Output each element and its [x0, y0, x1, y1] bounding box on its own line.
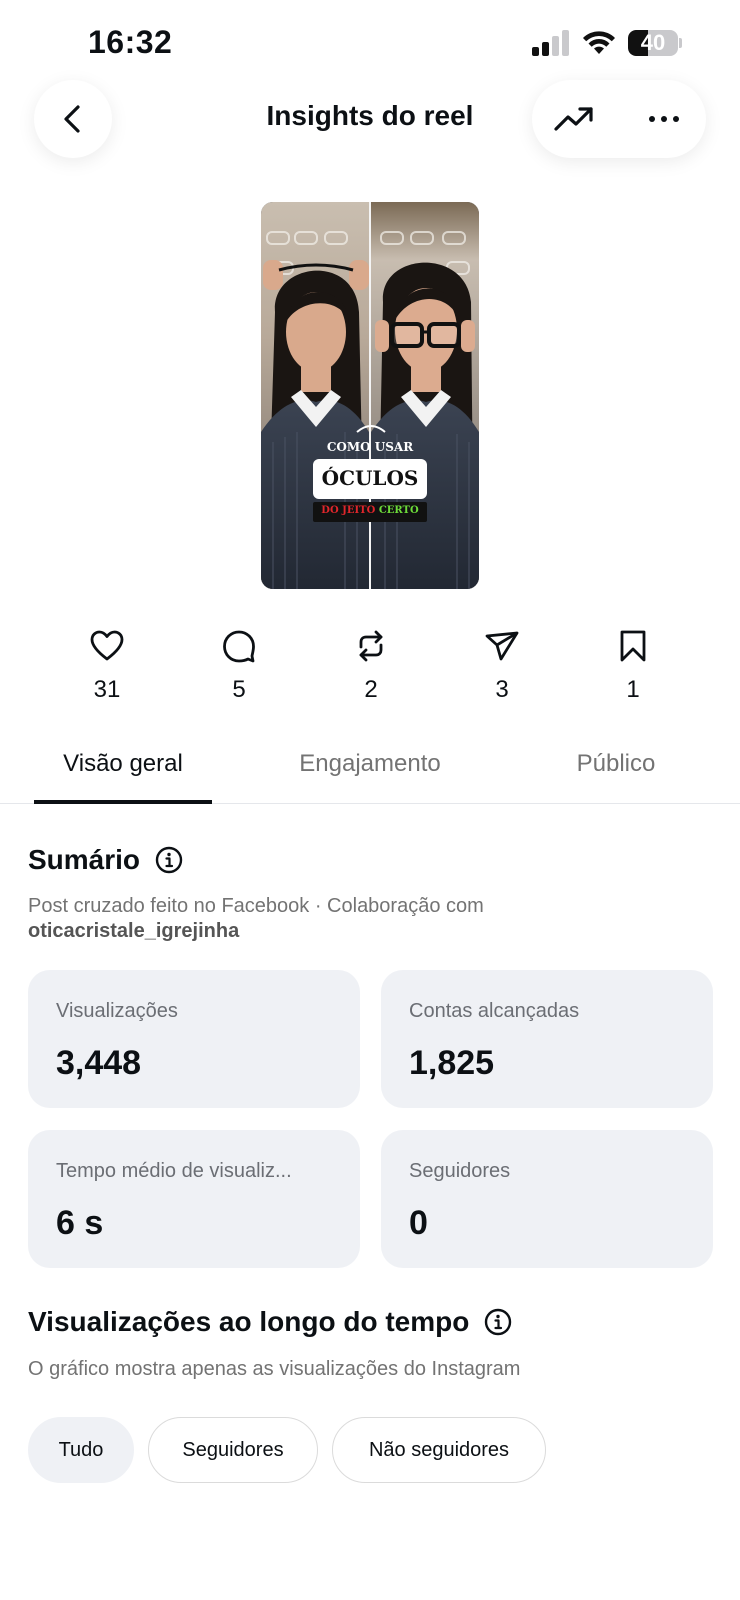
summary-title: Sumário — [28, 844, 141, 875]
filter-chip-all[interactable]: Tudo — [28, 1417, 134, 1483]
summary-subtitle-text: Post cruzado feito no Facebook · Colabor… — [28, 895, 484, 917]
info-icon[interactable] — [154, 845, 184, 875]
filter-chip-followers[interactable]: Seguidores — [148, 1417, 318, 1483]
reel-thumbnail-image — [261, 202, 479, 589]
filter-chip-non-followers[interactable]: Não seguidores — [332, 1417, 546, 1483]
insights-tabs: Visão geral Engajamento Público — [0, 740, 740, 804]
saves-count: 1 — [626, 676, 640, 703]
metric-value: 0 — [409, 1204, 428, 1242]
summary-heading: Sumário — [28, 844, 184, 876]
summary-subtitle: Post cruzado feito no Facebook · Colabor… — [28, 894, 708, 944]
repost-icon — [359, 630, 383, 662]
battery-level: 40 — [640, 30, 666, 55]
header-actions — [532, 80, 706, 158]
reel-overlay-line3b: CERTO — [378, 505, 419, 516]
trending-up-icon[interactable] — [552, 97, 596, 141]
views-over-time-subtitle: O gráfico mostra apenas as visualizações… — [28, 1358, 521, 1380]
tab-overview[interactable]: Visão geral — [34, 750, 212, 778]
views-over-time-title: Visualizações ao longo do tempo — [28, 1306, 470, 1337]
reel-overlay-line3a: DO JEITO — [321, 505, 376, 516]
metric-label: Visualizações — [56, 1000, 178, 1022]
reel-overlay-line1: COMO USAR — [326, 440, 414, 454]
shares-stat[interactable]: 3 — [462, 628, 542, 704]
likes-count: 31 — [93, 676, 121, 703]
reel-overlay-line3: DO JEITO CERTO — [313, 505, 427, 516]
tab-audience[interactable]: Público — [536, 750, 696, 778]
comments-stat[interactable]: 5 — [199, 628, 279, 704]
status-time: 16:32 — [88, 24, 173, 60]
metric-card-views[interactable]: Visualizações 3,448 — [28, 970, 360, 1108]
reel-stats: 31 5 2 3 1 — [40, 628, 700, 718]
info-icon[interactable] — [483, 1307, 513, 1337]
metric-card-accounts-reached[interactable]: Contas alcançadas 1,825 — [381, 970, 713, 1108]
battery-icon: 40 — [628, 30, 682, 56]
more-options-icon[interactable] — [642, 97, 686, 141]
reel-thumbnail[interactable]: COMO USAR ÓCULOS DO JEITO CERTO — [261, 202, 479, 589]
active-tab-indicator — [34, 800, 212, 804]
metric-label: Seguidores — [409, 1160, 511, 1182]
tab-engagement[interactable]: Engajamento — [270, 750, 470, 778]
metric-value: 1,825 — [409, 1044, 495, 1082]
collaborator-link[interactable]: oticacristale_igrejinha — [28, 920, 239, 942]
views-over-time-heading: Visualizações ao longo do tempo — [28, 1306, 513, 1338]
metric-value: 6 s — [56, 1204, 104, 1242]
reposts-stat[interactable]: 2 — [331, 628, 411, 704]
share-icon — [485, 631, 519, 661]
metric-card-avg-watch-time[interactable]: Tempo médio de visualiz... 6 s — [28, 1130, 360, 1268]
shares-count: 3 — [495, 676, 509, 703]
heart-icon — [90, 630, 124, 661]
metric-value: 3,448 — [56, 1044, 142, 1082]
comments-count: 5 — [232, 676, 246, 703]
likes-stat[interactable]: 31 — [67, 628, 147, 704]
wifi-icon — [583, 31, 615, 54]
reposts-count: 2 — [364, 676, 378, 703]
cellular-signal-icon — [532, 30, 569, 56]
bookmark-icon — [620, 630, 646, 662]
metric-label: Tempo médio de visualiz... — [56, 1160, 292, 1182]
reel-overlay-line2: ÓCULOS — [321, 466, 419, 490]
metric-card-followers[interactable]: Seguidores 0 — [381, 1130, 713, 1268]
comment-icon — [223, 630, 255, 663]
saves-stat[interactable]: 1 — [593, 628, 673, 704]
metric-label: Contas alcançadas — [409, 1000, 580, 1022]
status-bar: 16:32 40 — [0, 0, 740, 84]
